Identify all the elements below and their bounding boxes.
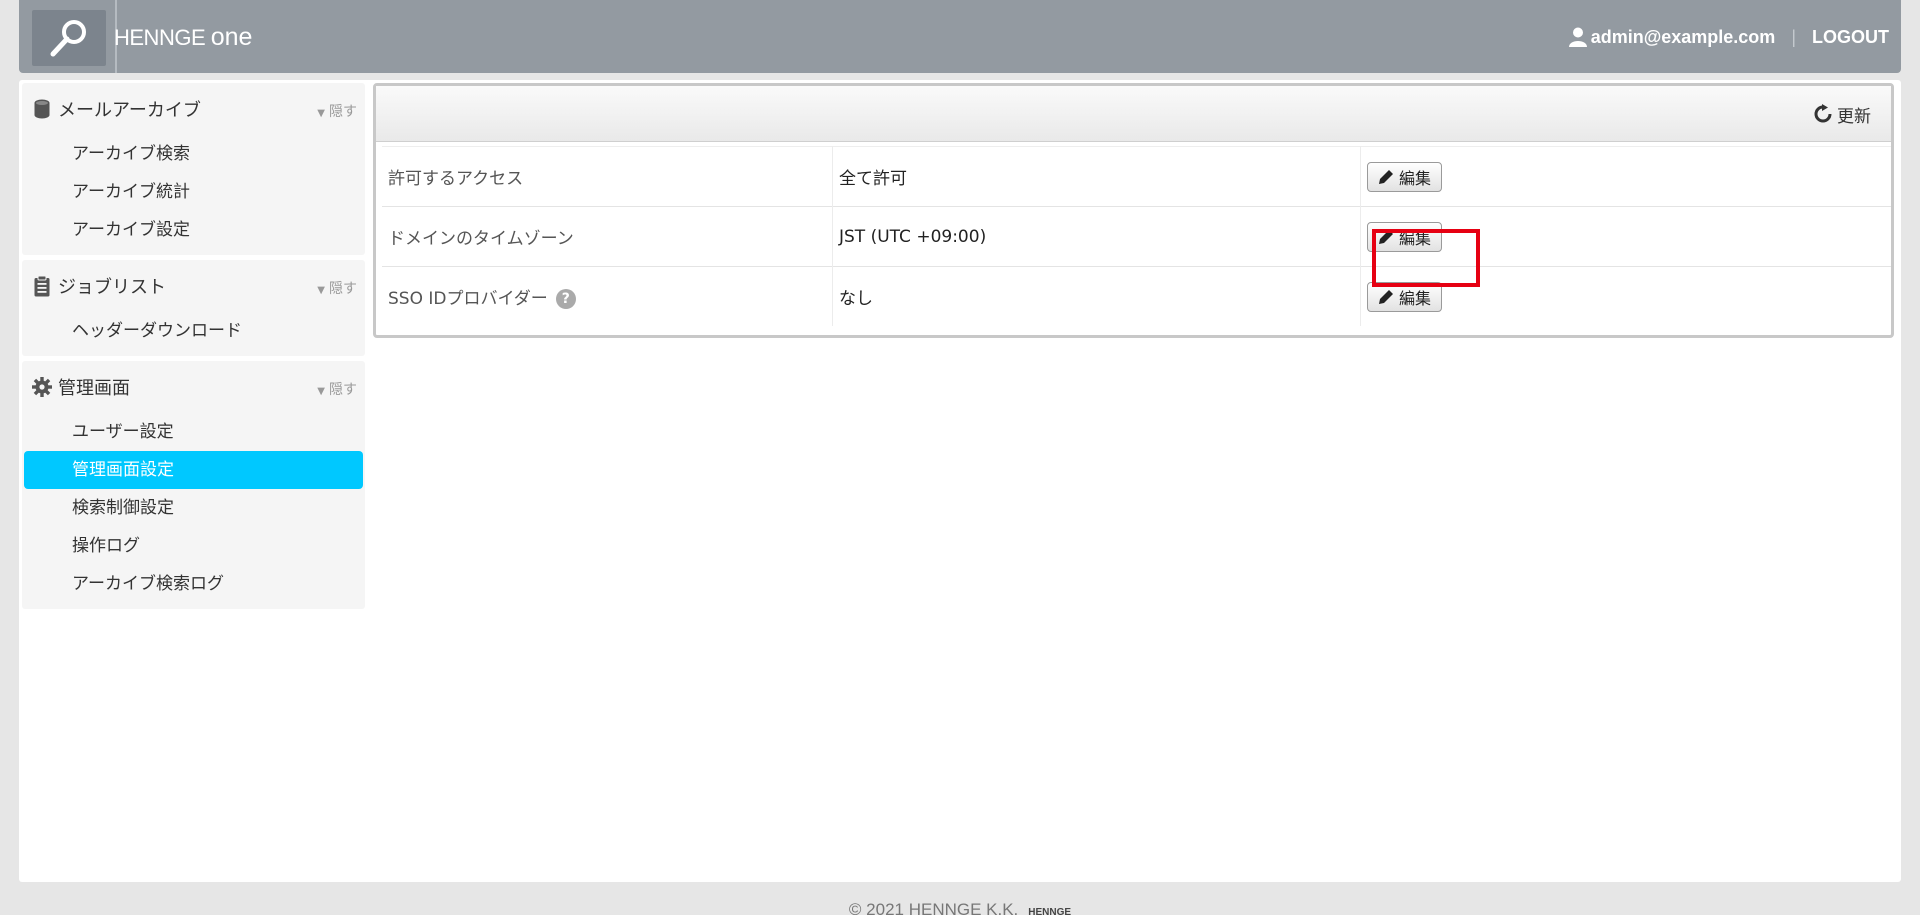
footer-logo: HENNGE	[1028, 907, 1072, 915]
footer-copyright: © 2021 HENNGE K.K.	[848, 900, 1019, 915]
sidebar-item-admin-settings[interactable]: 管理画面設定	[24, 451, 363, 489]
sidebar-section-title: 管理画面	[58, 378, 130, 399]
edit-label: 編集	[1399, 288, 1432, 308]
settings-table: 許可するアクセス 全て許可 編集 ドメインのタイムゾーン JST (UTC +0…	[382, 146, 1891, 326]
hide-label: 隠す	[329, 382, 357, 398]
clipboard-icon	[32, 275, 52, 297]
setting-label: ドメインのタイムゾーン	[382, 206, 833, 267]
edit-label: 編集	[1399, 228, 1432, 248]
sidebar-section-title: ジョブリスト	[58, 277, 166, 298]
sidebar-item-header-download[interactable]: ヘッダーダウンロード	[24, 312, 363, 350]
footer: © 2021 HENNGE K.K. HENNGE	[0, 900, 1920, 915]
refresh-label: 更新	[1837, 106, 1871, 127]
sidebar-item-archive-search-log[interactable]: アーカイブ検索ログ	[24, 565, 363, 603]
sidebar-hide-toggle[interactable]: ▼ 隠す	[317, 101, 357, 121]
hide-label: 隠す	[329, 281, 357, 297]
table-row: 許可するアクセス 全て許可 編集	[382, 146, 1891, 207]
help-icon[interactable]: ?	[555, 289, 576, 309]
edit-label: 編集	[1399, 168, 1432, 188]
refresh-button[interactable]: 更新	[1813, 101, 1871, 127]
edit-button-timezone[interactable]: 編集	[1367, 221, 1443, 252]
setting-action-cell: 編集	[1360, 266, 1891, 326]
sidebar-hide-toggle[interactable]: ▼ 隠す	[317, 379, 357, 399]
triangle-down-icon: ▼	[317, 108, 325, 119]
pencil-icon	[1378, 289, 1394, 305]
brand-logo: HENNGE one	[114, 23, 252, 53]
edit-button-allowed-access[interactable]: 編集	[1367, 161, 1443, 192]
edit-button-sso-idp[interactable]: 編集	[1367, 281, 1443, 312]
brand-main-text: HENNGE	[114, 25, 211, 50]
sidebar-section-header[interactable]: メールアーカイブ ▼ 隠す	[22, 83, 365, 135]
pencil-icon	[1378, 169, 1394, 185]
sidebar-item-search-control[interactable]: 検索制御設定	[24, 489, 363, 527]
user-email[interactable]: admin@example.com	[1591, 27, 1776, 48]
sidebar: メールアーカイブ ▼ 隠す アーカイブ検索 アーカイブ統計 アーカイブ設定 ジョ…	[22, 83, 365, 614]
sidebar-item-user-settings[interactable]: ユーザー設定	[24, 413, 363, 451]
sidebar-section-header[interactable]: ジョブリスト ▼ 隠す	[22, 260, 365, 312]
sidebar-section-job-list: ジョブリスト ▼ 隠す ヘッダーダウンロード	[22, 260, 365, 356]
brand-one-text: one	[210, 23, 253, 51]
user-area: admin@example.com | LOGOUT	[1568, 22, 1889, 52]
triangle-down-icon: ▼	[317, 285, 325, 296]
setting-label-cell: SSO IDプロバイダー?	[382, 266, 833, 326]
setting-value: 全て許可	[832, 146, 1361, 207]
sidebar-item-archive-settings[interactable]: アーカイブ設定	[24, 211, 363, 249]
sidebar-item-archive-search[interactable]: アーカイブ検索	[24, 135, 363, 173]
gear-icon	[32, 376, 52, 398]
card-toolbar: 更新	[376, 86, 1891, 142]
sidebar-item-archive-stats[interactable]: アーカイブ統計	[24, 173, 363, 211]
header-separator: |	[1791, 26, 1796, 47]
sidebar-item-operation-log[interactable]: 操作ログ	[24, 527, 363, 565]
database-icon	[32, 98, 52, 120]
sidebar-section-title: メールアーカイブ	[58, 100, 201, 121]
top-header: HENNGE one admin@example.com | LOGOUT	[19, 0, 1901, 73]
user-icon	[1568, 27, 1587, 47]
logout-link[interactable]: LOGOUT	[1812, 27, 1889, 48]
setting-value: なし	[832, 266, 1361, 326]
magnifier-logo-icon[interactable]	[32, 10, 106, 66]
table-row: SSO IDプロバイダー? なし 編集	[382, 266, 1891, 326]
main-panel: メールアーカイブ ▼ 隠す アーカイブ検索 アーカイブ統計 アーカイブ設定 ジョ…	[19, 80, 1901, 882]
hide-label: 隠す	[329, 104, 357, 120]
sidebar-section-mail-archive: メールアーカイブ ▼ 隠す アーカイブ検索 アーカイブ統計 アーカイブ設定	[22, 83, 365, 255]
sidebar-hide-toggle[interactable]: ▼ 隠す	[317, 278, 357, 298]
setting-value: JST (UTC +09:00)	[832, 206, 1361, 267]
setting-action-cell: 編集	[1360, 206, 1891, 267]
setting-label: 許可するアクセス	[382, 146, 833, 207]
triangle-down-icon: ▼	[317, 386, 325, 397]
setting-label: SSO IDプロバイダー	[388, 289, 548, 309]
sidebar-section-header[interactable]: 管理画面 ▼ 隠す	[22, 361, 365, 413]
table-row: ドメインのタイムゾーン JST (UTC +09:00) 編集	[382, 206, 1891, 267]
settings-card: 更新 許可するアクセス 全て許可 編集 ドメインのタイムゾーン JST (UTC…	[373, 83, 1894, 338]
setting-action-cell: 編集	[1360, 146, 1891, 207]
sidebar-section-admin: 管理画面 ▼ 隠す ユーザー設定 管理画面設定 検索制御設定 操作ログ アーカイブ…	[22, 361, 365, 609]
pencil-icon	[1378, 229, 1394, 245]
refresh-icon	[1813, 104, 1833, 124]
